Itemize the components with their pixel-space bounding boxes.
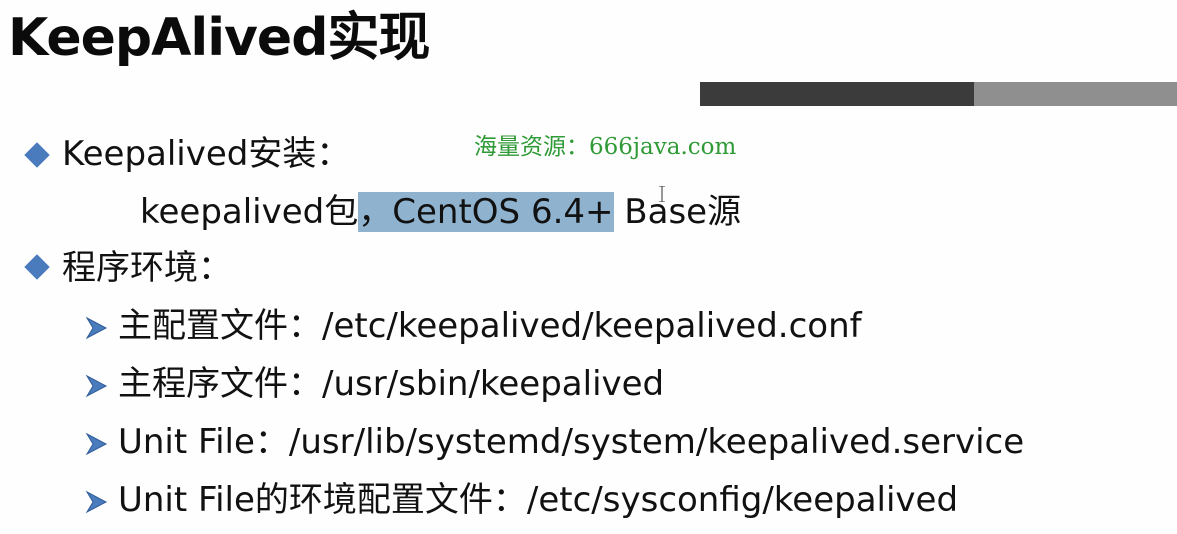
subitem-unit-file: Unit File：/usr/lib/systemd/system/keepal… <box>118 422 1025 462</box>
selected-text-highlight[interactable]: ，CentOS 6.4+ <box>358 192 614 232</box>
text-cursor-icon <box>659 186 665 202</box>
arrow-bullet-icon <box>85 374 108 398</box>
diamond-bullet-icon <box>24 142 50 168</box>
bullet-1-detail: keepalived包，CentOS 6.4+ Base源 <box>140 190 741 234</box>
arrow-bullet-icon <box>85 432 108 456</box>
bullet-1-label: Keepalived安装： <box>62 134 351 174</box>
watermark-text: 海量资源：666java.com <box>474 134 737 160</box>
bullet-2-label: 程序环境： <box>62 248 232 288</box>
subitem-main-config: 主配置文件：/etc/keepalived/keepalived.conf <box>118 306 862 346</box>
detail-package: keepalived包 <box>140 192 359 232</box>
subitem-unit-env-config: Unit File的环境配置文件：/etc/sysconfig/keepaliv… <box>118 480 959 520</box>
slide: KeepAlived实现 Keepalived安装： 海量资源：666java.… <box>0 0 1177 534</box>
header-bar-dark <box>700 82 974 106</box>
arrow-bullet-icon <box>85 316 108 340</box>
diamond-bullet-icon <box>24 254 50 280</box>
subitem-main-program: 主程序文件：/usr/sbin/keepalived <box>118 364 665 404</box>
detail-source: Base源 <box>613 192 742 232</box>
slide-title: KeepAlived实现 <box>8 8 430 68</box>
header-bar-light <box>974 82 1177 106</box>
arrow-bullet-icon <box>85 490 108 514</box>
